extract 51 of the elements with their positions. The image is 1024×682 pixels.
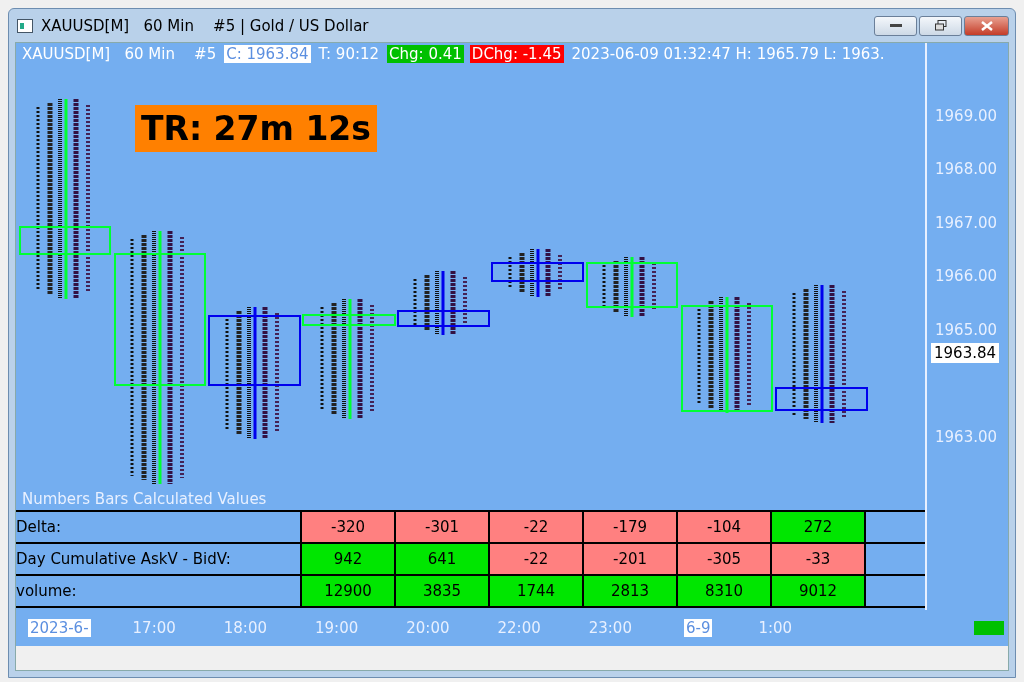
time-axis-label: 18:00	[222, 619, 268, 637]
table-cell: -320	[302, 512, 396, 542]
time-axis-label: 22:00	[496, 619, 542, 637]
quote-info-text: T: 90:12	[317, 45, 381, 63]
table-title: Numbers Bars Calculated Values	[21, 490, 268, 510]
quote-info-text: 2023-06-09 01:32:47 H: 1965.79 L: 1963.	[570, 45, 886, 63]
status-badge	[974, 621, 1004, 635]
quote-info-text: DChg: -1.45	[469, 45, 564, 63]
current-price-label: 1963.84	[931, 343, 1000, 364]
price-tick-label: 1966.00	[934, 267, 998, 286]
time-axis-label: 23:00	[587, 619, 633, 637]
quote-info-text: C: 1963.84	[224, 45, 311, 63]
minimize-icon	[889, 23, 902, 28]
time-axis-label: 19:00	[314, 619, 360, 637]
price-tick-label: 1969.00	[934, 106, 998, 125]
restore-icon	[934, 20, 947, 31]
table-cell: 8310	[678, 576, 772, 606]
table-cell: -179	[584, 512, 678, 542]
table-cell: -201	[584, 544, 678, 574]
time-axis-label: 1:00	[757, 619, 794, 637]
close-button[interactable]	[964, 15, 1009, 36]
table-cell: 9012	[772, 576, 866, 606]
quote-info-text: Chg: 0.41	[387, 45, 464, 63]
time-remaining-label: TR: 27m 12s	[135, 105, 377, 152]
window-title: XAUUSD[M] 60 Min #5 | Gold / US Dollar	[41, 16, 369, 35]
time-axis-label: 2023-6-	[28, 619, 91, 637]
quote-info-text: XAUUSD[M] 60 Min #5	[21, 45, 218, 63]
price-tick-label: 1965.00	[934, 320, 998, 339]
restore-button[interactable]	[919, 15, 962, 36]
window-icon	[17, 18, 33, 33]
price-tick-label: 1968.00	[934, 160, 998, 179]
table-cell: -104	[678, 512, 772, 542]
table-cell: -22	[490, 512, 584, 542]
price-tick-label: 1963.00	[934, 427, 998, 446]
time-axis-label: 6-9	[683, 619, 713, 637]
table-cell: -22	[490, 544, 584, 574]
price-tick-label: 1967.00	[934, 213, 998, 232]
time-axis-label: 17:00	[131, 619, 177, 637]
table-cell: 1744	[490, 576, 584, 606]
table-cell: 641	[396, 544, 490, 574]
close-icon	[980, 20, 993, 31]
table-cell: 942	[302, 544, 396, 574]
time-axis-label: 20:00	[405, 619, 451, 637]
table-cell: -33	[772, 544, 866, 574]
table-cell: 2813	[584, 576, 678, 606]
table-cell: -305	[678, 544, 772, 574]
table-cell: -301	[396, 512, 490, 542]
table-cell: 272	[772, 512, 866, 542]
table-cell: 12900	[302, 576, 396, 606]
minimize-button[interactable]	[874, 15, 917, 36]
table-cell: 3835	[396, 576, 490, 606]
